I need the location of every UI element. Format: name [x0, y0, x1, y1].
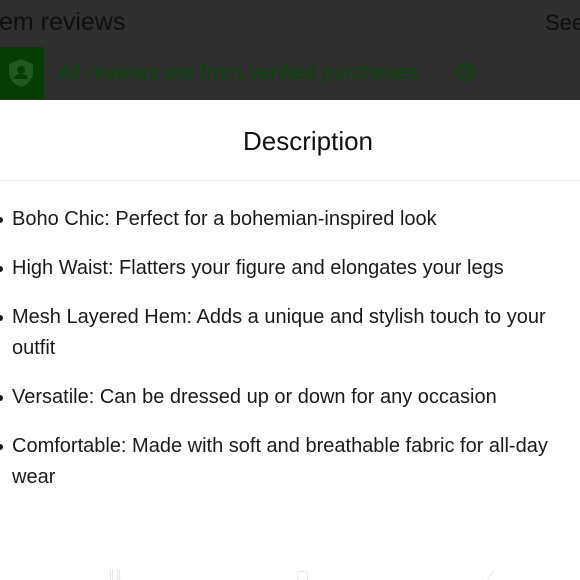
- help-icon[interactable]: ?: [457, 63, 475, 81]
- list-item: Comfortable: Made with soft and breathab…: [0, 431, 580, 493]
- reviews-section-title: tem reviews: [0, 8, 126, 36]
- bullet-icon: [0, 217, 3, 223]
- verified-reviews-banner: All reviews are from verified purchases …: [0, 47, 580, 99]
- back-icon[interactable]: ∕: [490, 567, 492, 580]
- sheet-title: Description: [242, 126, 374, 156]
- bullet-icon: [0, 315, 3, 321]
- dimmed-background[interactable]: tem reviews See All reviews are from ver…: [0, 0, 580, 100]
- screen: tem reviews See All reviews are from ver…: [0, 0, 580, 580]
- shield-icon: [0, 47, 44, 99]
- list-item-text: High Waist: Flatters your figure and elo…: [12, 257, 504, 279]
- list-item-text: Mesh Layered Hem: Adds a unique and styl…: [12, 306, 546, 359]
- description-sheet: Description Boho Chic: Perfect for a boh…: [0, 100, 580, 580]
- bullet-icon: [0, 395, 3, 401]
- bullet-icon: [0, 266, 3, 272]
- verified-purchases-text: All reviews are from verified purchases: [58, 61, 419, 84]
- sheet-header: Description: [0, 100, 580, 181]
- system-nav-bar: ∥∥ ▢ ∕: [0, 565, 580, 580]
- list-item-text: Comfortable: Made with soft and breathab…: [12, 435, 548, 488]
- menu-icon[interactable]: ∥∥: [108, 567, 122, 580]
- see-all-link[interactable]: See: [545, 10, 580, 36]
- list-item: Versatile: Can be dressed up or down for…: [0, 382, 580, 413]
- list-item: Mesh Layered Hem: Adds a unique and styl…: [0, 302, 580, 364]
- home-icon[interactable]: ▢: [296, 567, 309, 580]
- list-item-text: Versatile: Can be dressed up or down for…: [12, 386, 497, 408]
- list-item: Boho Chic: Perfect for a bohemian-inspir…: [0, 204, 580, 235]
- list-item-text: Boho Chic: Perfect for a bohemian-inspir…: [12, 208, 437, 230]
- bullet-icon: [0, 444, 3, 450]
- description-list: Boho Chic: Perfect for a bohemian-inspir…: [0, 204, 580, 511]
- list-item: High Waist: Flatters your figure and elo…: [0, 253, 580, 284]
